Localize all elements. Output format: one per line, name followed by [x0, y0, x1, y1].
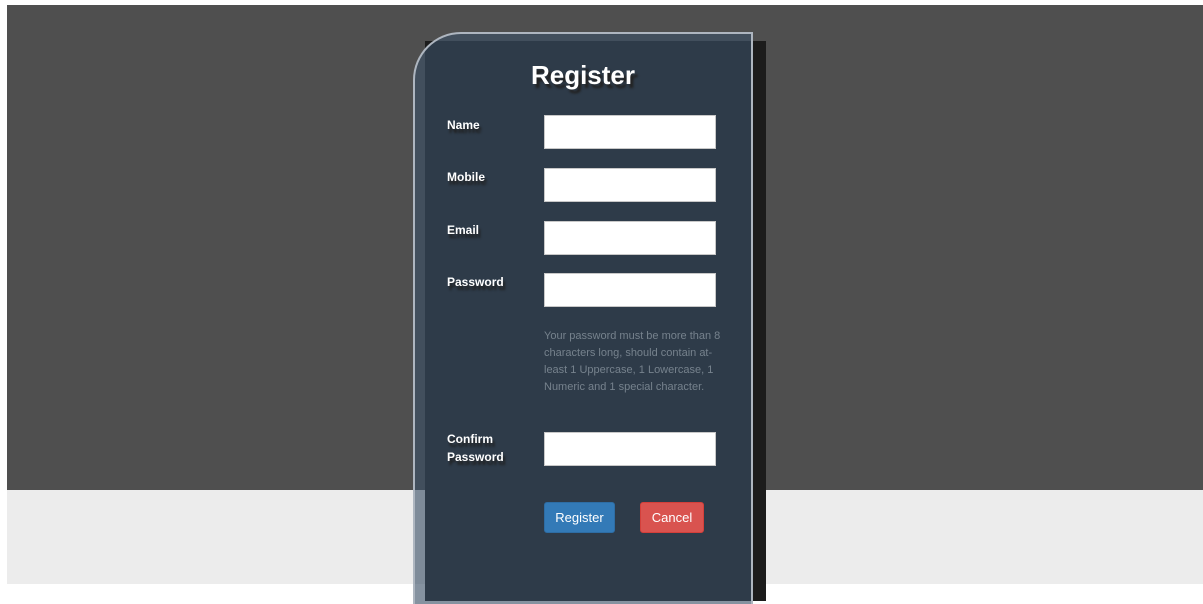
name-input[interactable] — [544, 115, 716, 149]
email-input[interactable] — [544, 221, 716, 255]
password-label: Password — [447, 275, 504, 289]
email-label: Email — [447, 223, 480, 237]
register-button[interactable]: Register — [544, 502, 615, 533]
password-input[interactable] — [544, 273, 716, 307]
cancel-button[interactable]: Cancel — [640, 502, 704, 533]
form-title: Register — [530, 60, 636, 90]
confirm-password-label: Confirm Password — [447, 432, 504, 464]
register-form-panel: Register Name Mobile Email Password Your… — [413, 32, 753, 604]
mobile-label: Mobile — [447, 170, 485, 184]
name-label: Name — [447, 118, 480, 132]
password-hint: Your password must be more than 8 charac… — [544, 330, 721, 393]
mobile-input[interactable] — [544, 168, 716, 202]
confirm-password-input[interactable] — [544, 432, 716, 466]
